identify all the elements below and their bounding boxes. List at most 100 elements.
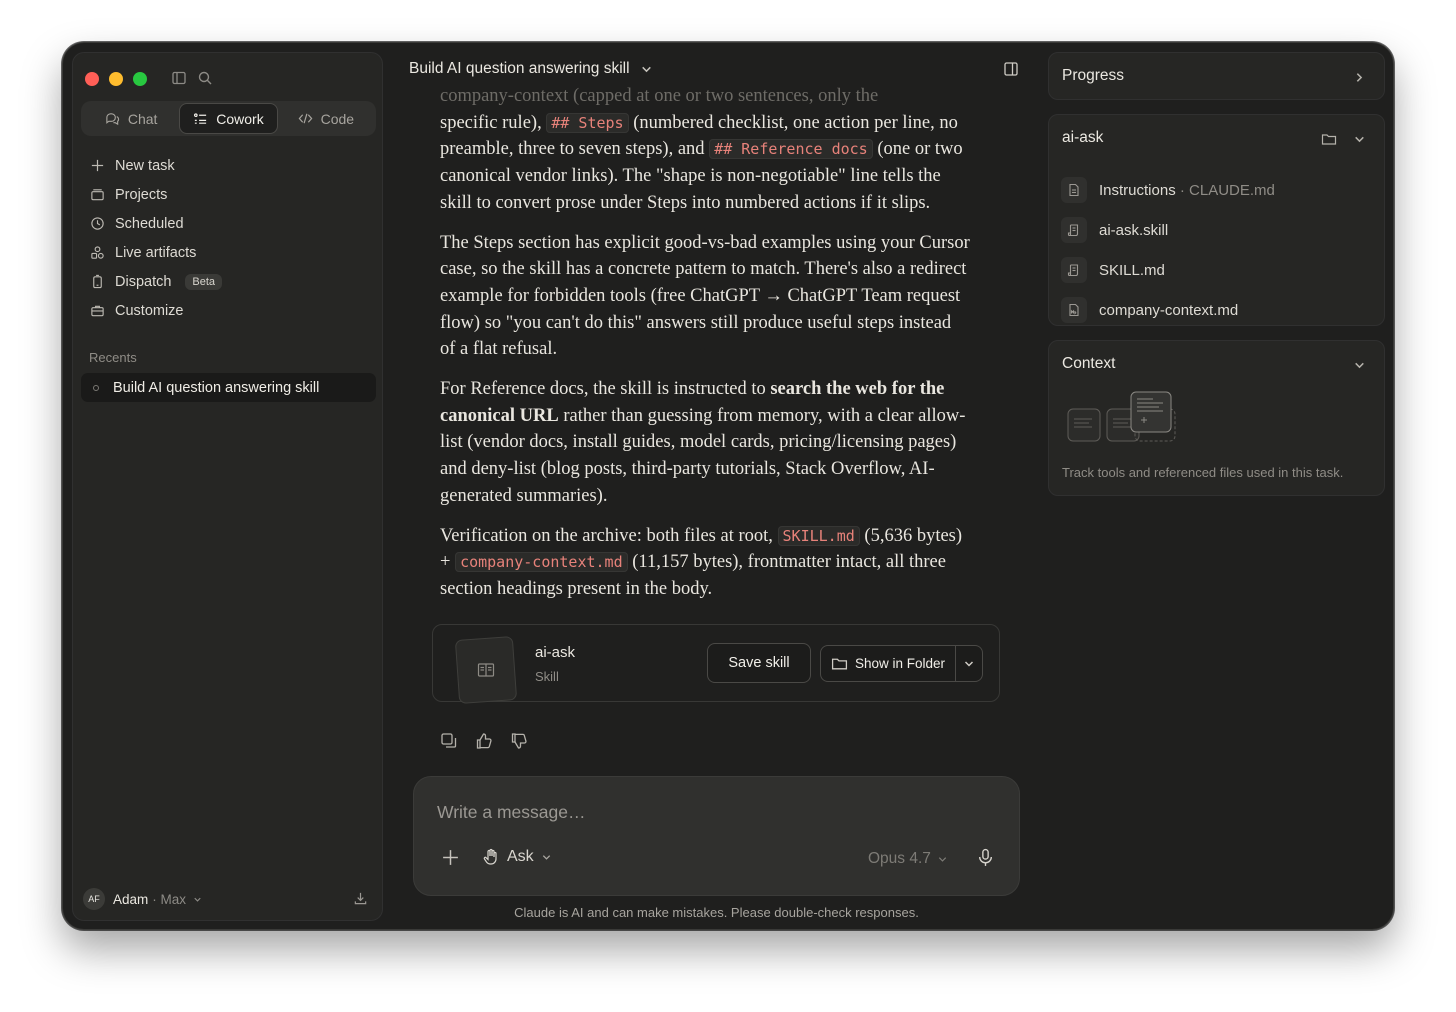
chevron-down-icon: [542, 854, 550, 860]
recent-item[interactable]: Build AI question answering skill: [81, 373, 376, 402]
beta-badge: Beta: [185, 273, 223, 290]
avatar: AF: [83, 888, 105, 910]
faded-text: company-context (capped at one or two se…: [440, 86, 879, 106]
status-dot-icon: [93, 384, 99, 391]
recents-heading: Recents: [89, 350, 137, 365]
skill-name: ai-ask: [535, 644, 576, 661]
file-name: ai-ask.skill: [1099, 221, 1169, 239]
search-icon[interactable]: [197, 70, 213, 86]
scroll-icon: [1061, 257, 1087, 283]
inline-code: company-context.md: [455, 552, 628, 573]
folder-options-dropdown[interactable]: [956, 646, 982, 681]
chevron-down-icon[interactable]: [1353, 359, 1366, 372]
nav-dispatch[interactable]: Dispatch Beta: [81, 267, 376, 296]
file-row-instructions[interactable]: Instructions · CLAUDE.md: [1061, 170, 1371, 210]
download-icon[interactable]: [353, 891, 368, 906]
text-fragment: specific rule),: [440, 112, 547, 133]
window-controls: [85, 72, 147, 86]
nav-customize-label: Customize: [115, 302, 184, 319]
briefcase-icon: [91, 305, 104, 317]
mode-switcher: Chat Cowork Code: [81, 101, 376, 136]
text-fragment: For Reference docs, the skill is instruc…: [440, 379, 771, 400]
zoom-window-button[interactable]: [133, 72, 147, 86]
nav-customize[interactable]: Customize: [81, 296, 376, 325]
plus-icon[interactable]: [441, 848, 460, 867]
nav-projects[interactable]: Projects: [81, 180, 376, 209]
ask-mode-selector[interactable]: Ask: [482, 848, 552, 866]
model-label: Opus 4.7: [868, 850, 931, 867]
mode-code-label: Code: [320, 110, 355, 127]
scroll-icon: [1061, 217, 1087, 243]
inline-code: ## Reference docs: [709, 139, 873, 160]
conversation-title-label: Build AI question answering skill: [409, 60, 630, 77]
context-files-illustration-icon: [1067, 391, 1176, 442]
mode-chat-tab[interactable]: Chat: [83, 103, 179, 134]
progress-panel[interactable]: Progress: [1048, 52, 1385, 100]
user-menu[interactable]: AF Adam · Max: [83, 888, 372, 910]
chevron-down-icon: [194, 897, 201, 902]
model-selector[interactable]: Opus 4.7: [868, 850, 948, 868]
close-window-button[interactable]: [85, 72, 99, 86]
thumbs-up-icon[interactable]: [475, 732, 493, 750]
message-input[interactable]: [437, 799, 937, 825]
mode-cowork-tab[interactable]: Cowork: [179, 103, 278, 134]
nav-dispatch-label: Dispatch: [115, 273, 172, 290]
disclaimer: Claude is AI and can make mistakes. Plea…: [514, 905, 919, 920]
folder-icon[interactable]: [1321, 131, 1337, 147]
assistant-message: company-context (capped at one or two se…: [440, 83, 970, 623]
nav-projects-label: Projects: [115, 186, 168, 203]
mode-code-tab[interactable]: Code: [278, 103, 374, 134]
show-in-folder-button-group: Show in Folder: [820, 645, 983, 682]
message-paragraph-3: For Reference docs, the skill is instruc…: [440, 376, 970, 510]
ask-mode-label: Ask: [507, 848, 534, 865]
progress-title: Progress: [1062, 67, 1125, 84]
phone-icon: [93, 274, 102, 289]
message-actions: [440, 732, 528, 750]
book-icon: [477, 663, 495, 677]
file-subtitle: · CLAUDE.md: [1175, 181, 1275, 199]
file-row-ai-ask-skill[interactable]: ai-ask.skill: [1061, 210, 1371, 250]
chevron-down-icon: [938, 856, 947, 862]
file-name: SKILL.md: [1099, 261, 1165, 279]
chevron-down-icon[interactable]: [1353, 133, 1366, 146]
clock-icon: [91, 217, 104, 230]
document-icon: [1061, 177, 1087, 203]
context-title: Context: [1062, 355, 1116, 372]
text-fragment: Verification on the archive: both files …: [440, 525, 778, 546]
folder-panel: ai-ask Instructions · CLAUDE.md ai-ask.s…: [1048, 114, 1385, 326]
sidebar-tools: [171, 70, 213, 86]
show-in-folder-label: Show in Folder: [854, 656, 946, 671]
conversation-title[interactable]: Build AI question answering skill: [409, 60, 653, 78]
folder-stack-icon: [91, 189, 104, 201]
mode-chat-label: Chat: [127, 110, 158, 127]
skill-card[interactable]: ai-ask Skill Save skill Show in Folder: [432, 624, 1000, 704]
hand-icon: [483, 848, 497, 865]
file-name: company-context.md: [1099, 301, 1239, 319]
chevron-down-icon: [641, 66, 651, 72]
copy-icon[interactable]: [440, 732, 458, 750]
skill-type: Skill: [535, 669, 559, 684]
message-paragraph-1: company-context (capped at one or two se…: [440, 83, 970, 217]
show-in-folder-button[interactable]: Show in Folder: [821, 646, 956, 681]
thumbs-down-icon[interactable]: [510, 732, 528, 750]
chevron-down-icon: [964, 660, 974, 667]
code-brackets-icon: [298, 113, 312, 124]
minimize-window-button[interactable]: [109, 72, 123, 86]
nav-live-artifacts[interactable]: Live artifacts: [81, 238, 376, 267]
shapes-icon: [91, 246, 104, 259]
save-skill-button[interactable]: Save skill: [707, 643, 811, 683]
nav-scheduled-label: Scheduled: [115, 215, 184, 232]
user-plan: · Max: [152, 891, 187, 907]
side-panel-toggle-icon[interactable]: [1003, 61, 1019, 77]
skill-thumbnail: [454, 636, 518, 704]
nav-scheduled[interactable]: Scheduled: [81, 209, 376, 238]
recent-item-label: Build AI question answering skill: [113, 379, 320, 396]
nav-new-task[interactable]: New task: [81, 151, 376, 180]
microphone-icon[interactable]: [976, 848, 995, 867]
file-row-company-context[interactable]: company-context.md: [1061, 290, 1371, 330]
file-row-skill-md[interactable]: SKILL.md: [1061, 250, 1371, 290]
nav-new-task-label: New task: [115, 157, 175, 174]
sidebar-toggle-icon[interactable]: [171, 70, 187, 86]
inline-code: ## Steps: [546, 112, 629, 133]
message-paragraph-2: The Steps section has explicit good-vs-b…: [440, 232, 970, 360]
